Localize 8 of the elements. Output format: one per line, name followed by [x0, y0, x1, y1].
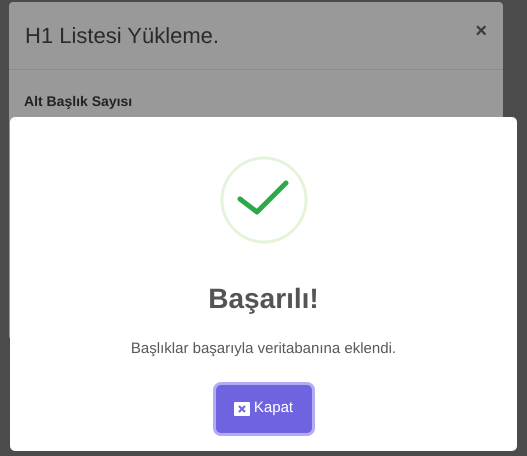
alert-title: Başarılı! [208, 282, 319, 316]
close-button[interactable]: × [475, 20, 487, 40]
success-check-icon [220, 156, 308, 244]
field-label: Alt Başlık Sayısı [24, 93, 132, 109]
modal-title: H1 Listesi Yükleme. [25, 22, 220, 50]
alert-message: Başlıklar başarıyla veritabanına eklendi. [130, 339, 396, 359]
close-icon [234, 402, 250, 416]
close-button[interactable]: Kapat [216, 384, 312, 432]
